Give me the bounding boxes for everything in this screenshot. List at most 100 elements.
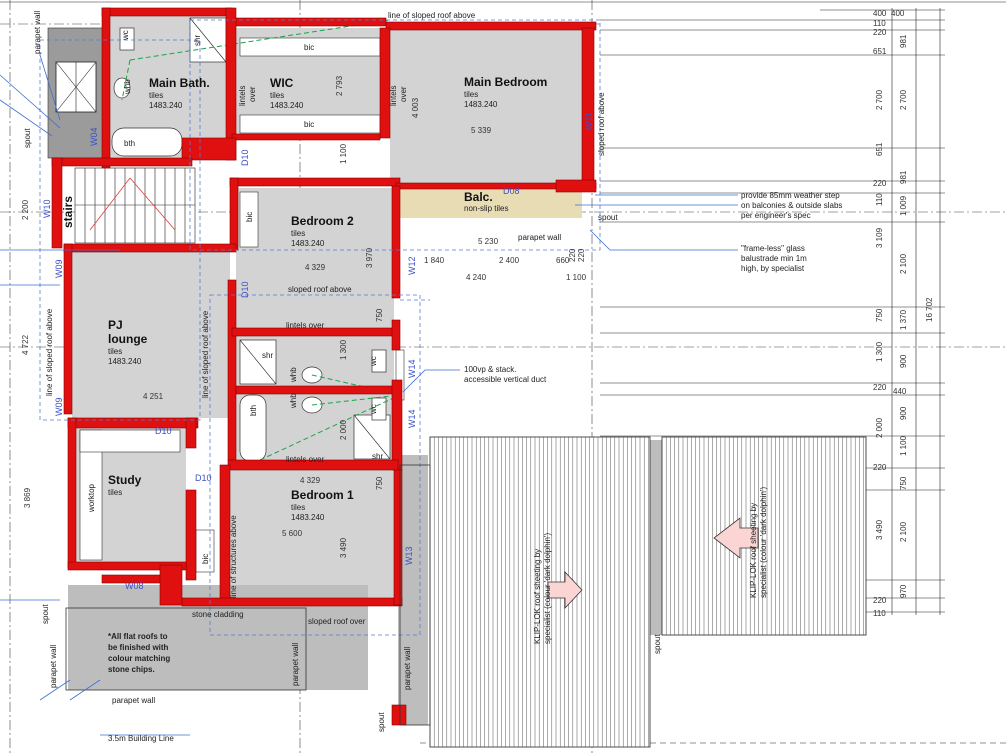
rdim-2100: 2 100	[899, 253, 908, 274]
rdim-220-e: 220	[873, 596, 887, 605]
wc-label-2: wc	[369, 356, 378, 367]
dim-2793: 2 793	[335, 75, 344, 96]
note-spout-3: spout	[377, 712, 386, 732]
note-parapet-bottom: parapet wall	[112, 696, 155, 705]
dim-1840: 1 840	[424, 256, 445, 265]
main-bedroom-finish: tiles	[464, 90, 478, 99]
note-flat-roofs-1: *All flat roofs to	[108, 632, 168, 641]
tag-d10-c: D10	[155, 426, 172, 436]
note-weather-step-2: on balconies & outside slabs	[741, 201, 842, 210]
note-glass-2: balustrade min 1m	[741, 254, 807, 263]
tag-d10-d: D10	[195, 473, 212, 483]
rdim-110-b: 110	[875, 193, 884, 206]
note-kliplok-left-1: KLIP-LOK roof sheeting by	[533, 549, 542, 644]
dim-4003: 4 003	[411, 97, 420, 118]
rdim-1300: 1 300	[875, 341, 884, 362]
dim-4722: 4 722	[21, 334, 30, 355]
main-bath-finish: tiles	[149, 91, 163, 100]
note-vp-stack-2: accessible vertical duct	[464, 375, 547, 384]
rdim-900: 900	[899, 354, 908, 368]
note-sloped-roof-left: line of sloped roof above	[45, 308, 54, 396]
bedroom1-name: Bedroom 1	[291, 488, 354, 502]
rdim-220: 220	[873, 28, 887, 37]
shr-label-3: shr	[372, 452, 383, 461]
dim-220-a: 220	[568, 248, 577, 262]
note-spout-2: spout	[41, 604, 50, 624]
rdim-651-b: 651	[875, 142, 884, 156]
rdim-400-a: 400	[873, 9, 887, 18]
dim-2400: 2 400	[499, 256, 520, 265]
rdim-3490: 3 490	[875, 519, 884, 540]
whb-label-1: whb	[123, 79, 132, 95]
right-dimensions: 400 400 110 220 651 981 2 700 2 700 651 …	[873, 9, 934, 618]
tag-w09-a: W09	[54, 259, 64, 278]
shr-label-2: shr	[262, 351, 273, 360]
bedroom2-name: Bedroom 2	[291, 214, 354, 228]
bic-label-1: bic	[304, 43, 314, 52]
note-sloped-roof-mid: sloped roof above	[288, 285, 352, 294]
dim-3970: 3 970	[365, 247, 374, 268]
bic-label-3: bic	[245, 212, 254, 222]
study-name: Study	[108, 473, 142, 487]
rdim-750: 750	[875, 308, 884, 322]
note-sloped-roof-lounge: line of sloped roof above	[201, 310, 210, 398]
note-flat-roofs-2: be finished with	[108, 643, 169, 652]
note-parapet-mid: parapet wall	[291, 643, 300, 686]
tag-d08: D08	[503, 186, 520, 196]
main-bath-code: 1483.240	[149, 101, 183, 110]
dim-5230: 5 230	[478, 237, 499, 246]
wic-code: 1483.240	[270, 101, 304, 110]
bic-label-2: bic	[304, 120, 314, 129]
bedroom1-finish: tiles	[291, 503, 305, 512]
note-stone-cladding: stone cladding	[192, 610, 244, 619]
note-sloped-roof-right: sloped roof above	[597, 92, 606, 156]
whb-label-3: whb	[289, 393, 298, 409]
rdim-2700-b: 2 700	[899, 89, 908, 110]
note-weather-step-3: per engineer's spec	[741, 211, 811, 220]
bedroom2-finish: tiles	[291, 229, 305, 238]
dim-4329-a: 4 329	[305, 263, 326, 272]
rdim-220-b: 220	[873, 179, 887, 188]
bth-label-1: bth	[124, 139, 135, 148]
rdim-1100: 1 100	[899, 435, 908, 456]
dim-220-b: 220	[577, 248, 586, 262]
pj-lounge-code: 1483.240	[108, 357, 142, 366]
bedroom2-code: 1483.240	[291, 239, 325, 248]
tag-w09-b: W09	[54, 397, 64, 416]
rdim-110: 110	[873, 19, 886, 28]
rdim-2100-b: 2 100	[899, 521, 908, 542]
dim-750-b: 750	[375, 476, 384, 490]
dim-1300: 1 300	[339, 339, 348, 360]
wc-label-1: wc	[121, 30, 130, 41]
main-bedroom-name: Main Bedroom	[464, 75, 547, 89]
tag-w04: W04	[89, 127, 99, 146]
shr-label-1: shr	[193, 35, 202, 46]
floor-plan: Main Bath. tiles 1483.240 WIC tiles 1483…	[0, 0, 1006, 756]
lintels-over-label-2: lintels over	[286, 455, 325, 464]
dim-1100: 1 100	[339, 143, 348, 164]
note-parapet-left: parapet wall	[49, 645, 58, 688]
rdim-2700-a: 2 700	[875, 89, 884, 110]
over-label-2: over	[399, 86, 408, 102]
tag-w11: W11	[584, 112, 594, 130]
bth-label-2: bth	[249, 405, 258, 416]
dim-750-a: 750	[375, 308, 384, 322]
rdim-900-b: 900	[899, 406, 908, 420]
note-glass-3: high, by specialist	[741, 264, 805, 273]
note-weather-step-1: provide 85mm weather step	[741, 191, 840, 200]
tag-w12: W12	[407, 256, 417, 275]
rdim-220-c: 220	[873, 383, 887, 392]
tag-w14-b: W14	[407, 409, 417, 428]
dim-4251: 4 251	[143, 392, 164, 401]
dim-4329-b: 4 329	[300, 476, 321, 485]
note-sloped-roof-top: line of sloped roof above	[388, 11, 476, 20]
rdim-16702: 16 702	[925, 297, 934, 322]
note-vp-stack-1: 100vp & stack.	[464, 365, 516, 374]
main-bath-name: Main Bath.	[149, 76, 210, 90]
rdim-651: 651	[873, 47, 887, 56]
tag-d10-a: D10	[240, 149, 250, 166]
rdim-981: 981	[899, 34, 908, 48]
dim-5339: 5 339	[471, 126, 492, 135]
bic-label-4: bic	[201, 554, 210, 564]
dim-2000: 2 000	[339, 419, 348, 440]
